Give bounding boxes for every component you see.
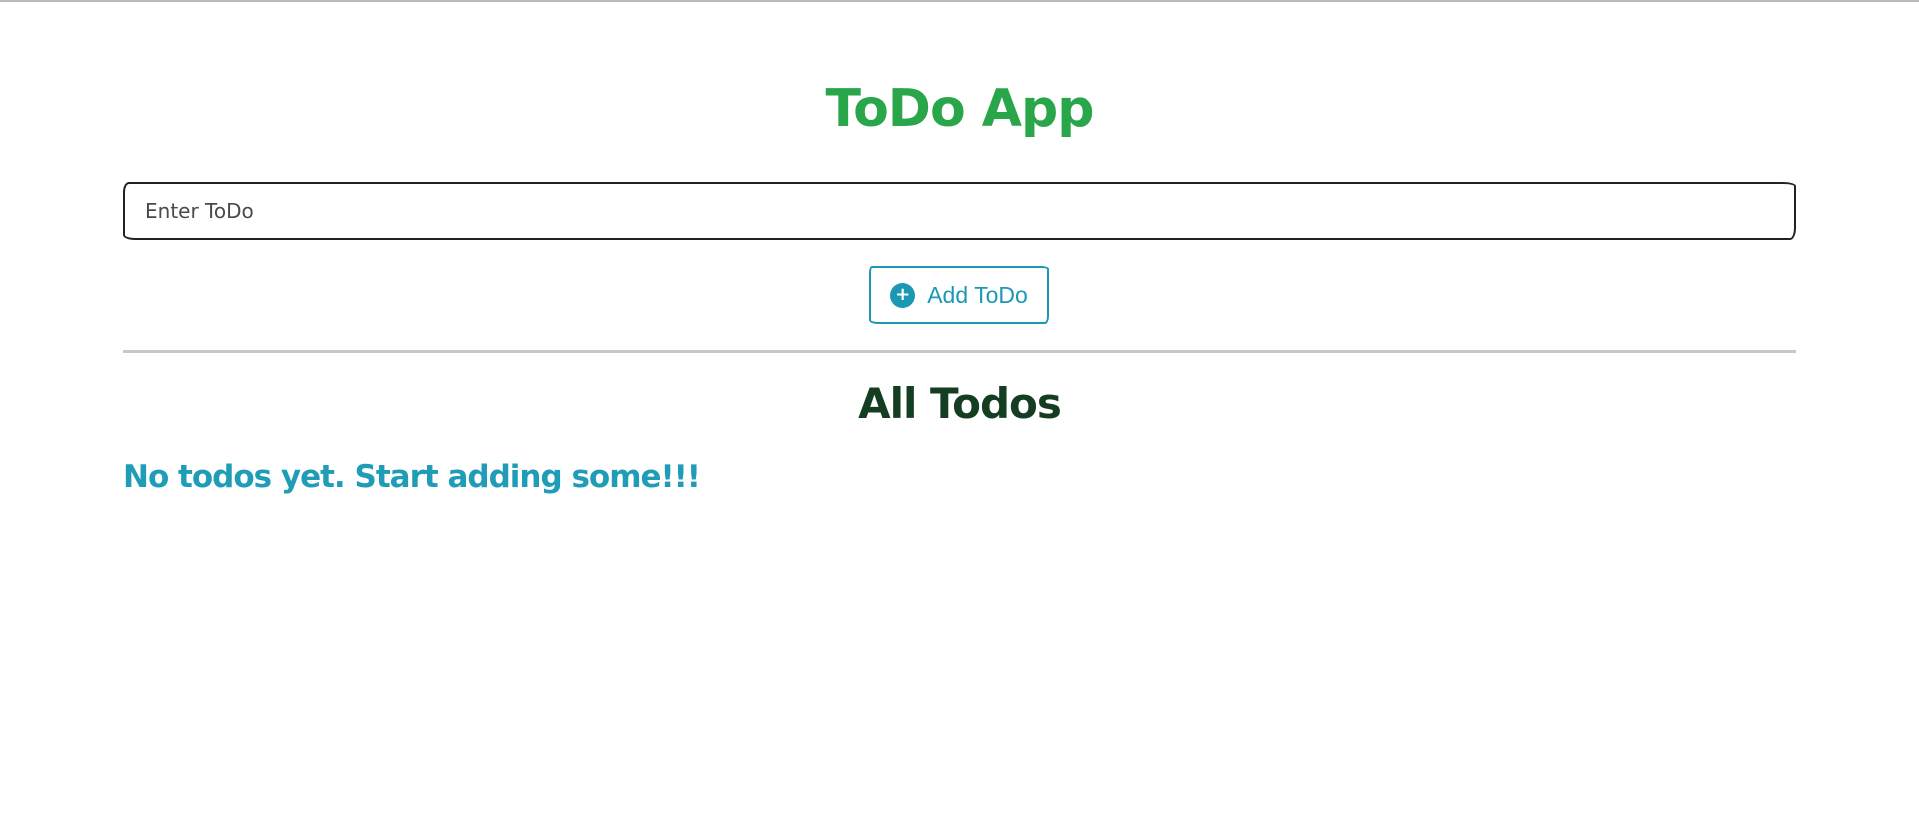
all-todos-heading: All Todos	[858, 379, 1062, 428]
empty-todos-message: No todos yet. Start adding some!!!	[123, 459, 701, 495]
app-title: ToDo App	[825, 79, 1095, 139]
section-divider	[123, 350, 1796, 353]
top-border	[0, 0, 1919, 2]
todo-input[interactable]	[123, 182, 1796, 240]
add-todo-label: Add ToDo	[927, 281, 1028, 308]
add-todo-button[interactable]: + Add ToDo	[869, 266, 1049, 324]
plus-circle-icon: +	[890, 282, 916, 308]
